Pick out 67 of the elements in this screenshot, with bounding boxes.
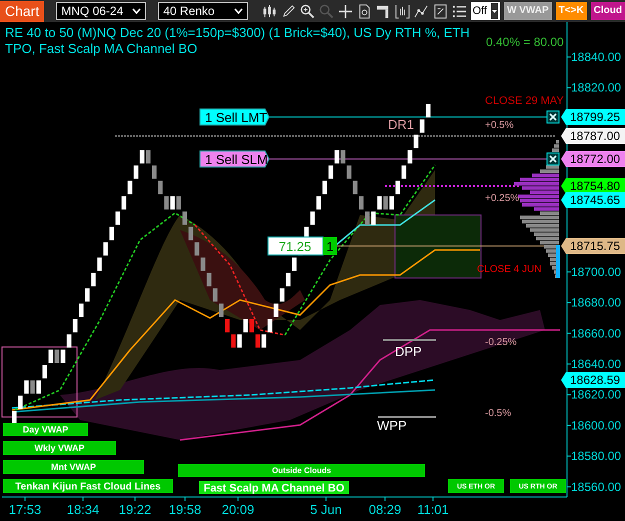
mode-select[interactable]: Off — [470, 2, 500, 20]
close-icon[interactable] — [546, 152, 560, 166]
time-axis-label: 08:29 — [368, 502, 402, 517]
candlestick-icon[interactable] — [262, 4, 276, 18]
order-tag[interactable]: 1 Sell LMT — [200, 108, 270, 126]
time-axis-label: 5 Jun — [310, 502, 342, 517]
indicator-label: Outside Clouds — [178, 464, 425, 477]
chart-tab[interactable]: Chart — [0, 0, 44, 22]
price-axis-label: 18840.00 — [571, 50, 622, 64]
price-axis-label: 18600.00 — [571, 418, 622, 432]
list-icon[interactable] — [452, 4, 466, 18]
caret-icon[interactable] — [234, 8, 244, 14]
price-axis-label: 18660.00 — [571, 326, 622, 340]
caret-icon[interactable] — [490, 3, 498, 19]
template-icon[interactable] — [432, 4, 448, 18]
price-axis-label: 18820.00 — [571, 80, 622, 95]
time-axis-label: 18:34 — [66, 502, 100, 517]
price-tag: 18787.00 — [561, 128, 625, 144]
level-label: DR1 — [388, 117, 414, 132]
level-label: CLOSE 29 MAY — [485, 95, 564, 107]
level-label: -0.5% — [485, 408, 512, 419]
bar-icon[interactable] — [376, 4, 390, 18]
level-label: -0.25% — [485, 337, 517, 348]
indicator-label: Mnt VWAP — [3, 460, 144, 474]
level-label: DPP — [395, 344, 422, 359]
instrument-dropdown[interactable]: MNQ 06-24 — [56, 2, 146, 20]
chart-panel-icon[interactable] — [394, 4, 410, 18]
price-axis-label: 18700.00 — [571, 264, 622, 279]
volume-bar — [556, 245, 560, 278]
crosshair-icon[interactable] — [338, 4, 352, 18]
close-icon[interactable] — [546, 110, 560, 124]
toolbar-button[interactable]: Cloud — [590, 2, 625, 20]
level-label: WPP — [377, 418, 407, 433]
price-tag: 18745.65 — [561, 192, 625, 208]
document-search-icon[interactable] — [356, 4, 372, 18]
pivot-line — [378, 416, 436, 418]
time-axis-label: 19:22 — [118, 502, 152, 517]
scale-note: 0.40% = 80.00 — [486, 34, 564, 51]
time-axis-label: 19:58 — [168, 502, 202, 517]
order-tag[interactable]: 1 Sell SLM — [200, 150, 270, 168]
pencil-icon[interactable] — [280, 4, 296, 18]
price-tag: 18772.00 — [561, 151, 625, 167]
caret-icon[interactable] — [132, 8, 142, 14]
indicator-label: Fast Scalp MA Channel BO — [199, 481, 349, 494]
price-axis-label: 18640.00 — [571, 357, 622, 371]
price-tag: 18715.75 — [561, 238, 625, 254]
price-axis-label: 18560.00 — [571, 480, 622, 494]
position-quantity: 1 — [323, 237, 337, 255]
price-axis-label: 18620.00 — [571, 388, 622, 402]
position-pnl: 71.25 — [268, 236, 324, 256]
time-axis-label: 17:53 — [8, 502, 42, 517]
price-axis-label: 18680.00 — [571, 296, 622, 310]
zoom-in-icon[interactable] — [300, 4, 314, 18]
level-label: +0.5% — [485, 120, 514, 131]
price-axis-label: 18580.00 — [571, 449, 622, 464]
price-tag: 18799.25 — [561, 109, 625, 125]
indicator-label: Day VWAP — [3, 423, 88, 436]
price-tag: 18628.59 — [561, 372, 625, 388]
indicator-label: Tenkan Kijun Fast Cloud Lines — [3, 479, 173, 493]
time-axis-label: 20:09 — [222, 502, 254, 517]
chart-title: RE 40 to 50 (M)NQ Dec 20 (1%=150p=$300) (1 Brick=$40), US Dy RTH %, ETH TPO, Fast Scalp MA Channel BO — [5, 25, 471, 57]
indicator-label: Wkly VWAP — [3, 441, 116, 455]
time-axis-label: 11:01 — [417, 502, 449, 517]
pivot-line — [383, 339, 436, 341]
level-label: +0.25% — [485, 193, 520, 204]
line-chart-icon[interactable] — [414, 4, 428, 18]
bar-type-dropdown[interactable]: 40 Renko — [158, 2, 248, 20]
